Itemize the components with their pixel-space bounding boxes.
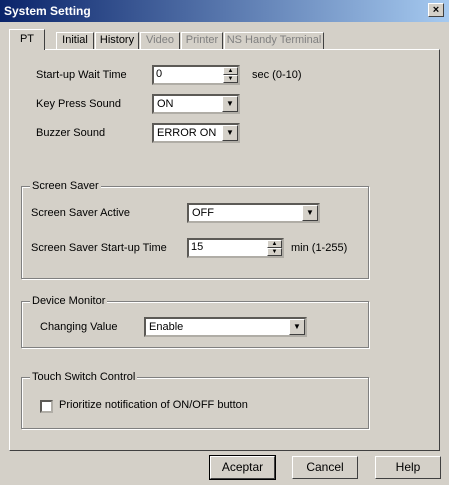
tab-history[interactable]: History [95,32,139,49]
touch-switch-group: Touch Switch Control Prioritize notifica… [21,371,369,429]
screen-saver-group: Screen Saver Screen Saver Active OFF ▼ S… [21,180,369,279]
tab-panel-pt: Start-up Wait Time 0 ▲ ▼ sec (0-10) Key … [9,49,440,451]
changing-value-value: Enable [149,321,184,333]
spin-down-icon[interactable]: ▼ [267,248,282,256]
tab-printer: Printer [181,32,223,49]
device-monitor-title: Device Monitor [30,295,108,307]
prioritize-label[interactable]: Prioritize notification of ON/OFF button [59,399,248,411]
startup-wait-value[interactable]: 0 [156,68,162,80]
key-press-value: ON [157,98,174,110]
startup-wait-spinner[interactable]: 0 ▲ ▼ [152,65,240,85]
tab-initial[interactable]: Initial [56,32,94,49]
screen-saver-active-select[interactable]: OFF ▼ [187,203,320,223]
touch-switch-title: Touch Switch Control [30,371,138,383]
screen-saver-startup-label: Screen Saver Start-up Time [31,242,167,254]
chevron-down-icon[interactable]: ▼ [222,96,238,112]
changing-value-label: Changing Value [40,321,118,333]
spin-up-icon[interactable]: ▲ [267,240,282,248]
startup-wait-hint: sec (0-10) [252,69,302,81]
key-press-select[interactable]: ON ▼ [152,94,240,114]
buzzer-value: ERROR ON [157,127,217,139]
tab-pt[interactable]: PT [9,29,45,50]
ok-button[interactable]: Aceptar [209,455,276,480]
screen-saver-title: Screen Saver [30,180,101,192]
device-monitor-group: Device Monitor Changing Value Enable ▼ [21,295,369,348]
screen-saver-startup-spinner[interactable]: 15 ▲ ▼ [187,238,284,258]
startup-wait-label: Start-up Wait Time [36,69,127,81]
chevron-down-icon[interactable]: ▼ [302,205,318,221]
spin-down-icon[interactable]: ▼ [223,75,238,83]
help-button[interactable]: Help [375,456,441,479]
close-icon[interactable]: × [428,3,444,17]
tab-video: Video [140,32,180,49]
spin-up-icon[interactable]: ▲ [223,67,238,75]
screen-saver-active-value: OFF [192,207,214,219]
screen-saver-startup-value[interactable]: 15 [191,241,203,253]
buzzer-select[interactable]: ERROR ON ▼ [152,123,240,143]
screen-saver-active-label: Screen Saver Active [31,207,131,219]
chevron-down-icon[interactable]: ▼ [289,319,305,335]
buzzer-label: Buzzer Sound [36,127,106,139]
tab-ns-handy-terminal: NS Handy Terminal [224,32,324,49]
chevron-down-icon[interactable]: ▼ [222,125,238,141]
title-bar: System Setting × [0,0,449,22]
changing-value-select[interactable]: Enable ▼ [144,317,307,337]
cancel-button[interactable]: Cancel [292,456,358,479]
window-title: System Setting [4,4,91,18]
prioritize-checkbox[interactable] [40,400,53,413]
key-press-label: Key Press Sound [36,98,121,110]
screen-saver-startup-hint: min (1-255) [291,242,348,254]
